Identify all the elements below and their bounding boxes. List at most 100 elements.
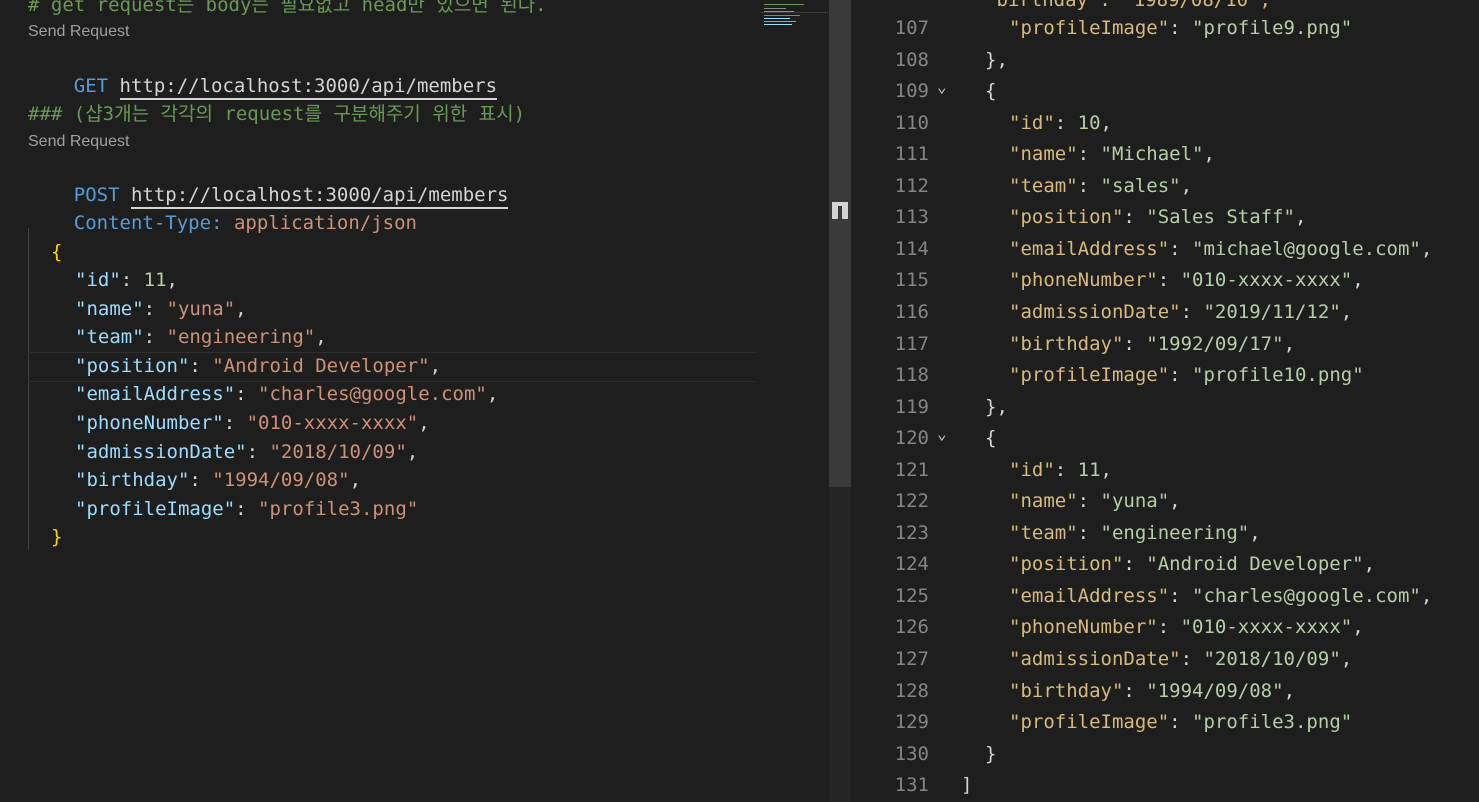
partial-top-line: "birthday": "1989/08/10", bbox=[985, 0, 1271, 11]
response-code-line: }, bbox=[985, 49, 1008, 71]
response-code-line: "id": 11, bbox=[1009, 459, 1112, 481]
line-number: 108 bbox=[894, 49, 929, 71]
json-value: "Sales Staff" bbox=[1146, 206, 1295, 228]
response-editor[interactable]: "birthday": "1989/08/10", 107 "profileIma… bbox=[851, 0, 1479, 802]
line-number: 130 bbox=[894, 743, 929, 765]
json-value: 11 bbox=[1077, 459, 1101, 481]
scrollbar-thumb[interactable] bbox=[829, 0, 851, 487]
line-number: 107 bbox=[894, 17, 929, 39]
response-code-line: "phoneNumber": "010-xxxx-xxxx", bbox=[1009, 616, 1364, 638]
line-number: 119 bbox=[894, 396, 929, 418]
line-number: 126 bbox=[894, 616, 929, 638]
cursor-position-marker bbox=[832, 202, 848, 219]
request-url-get[interactable]: http://localhost:3000/api/members bbox=[119, 75, 498, 100]
line-number: 121 bbox=[894, 459, 929, 481]
request-body-field: "profileImage": "profile3.png" bbox=[75, 498, 419, 520]
response-code-line: "profileImage": "profile10.png" bbox=[1009, 364, 1364, 386]
json-key: "id" bbox=[1009, 112, 1055, 134]
json-key: "birthday" bbox=[1009, 680, 1124, 702]
json-key: "profileImage" bbox=[1009, 17, 1170, 39]
json-value: "sales" bbox=[1100, 175, 1181, 197]
json-value: 10 bbox=[1077, 112, 1101, 134]
json-key: "team" bbox=[1009, 522, 1078, 544]
line-number: 118 bbox=[894, 364, 929, 386]
response-code-line: "profileImage": "profile9.png" bbox=[1009, 17, 1353, 39]
json-value: "profile9.png" bbox=[1192, 17, 1353, 39]
json-key: "admissionDate" bbox=[75, 441, 247, 463]
response-code-line: "emailAddress": "charles@google.com", bbox=[1009, 585, 1433, 607]
separator-comment: ### (샵3개는 각각의 request를 구분해주기 위한 표시) bbox=[28, 103, 526, 125]
line-number: 114 bbox=[894, 238, 929, 260]
request-body-field: "birthday": "1994/09/08", bbox=[75, 469, 362, 491]
json-value: "2019/11/12" bbox=[1203, 301, 1341, 323]
line-number: 120 bbox=[894, 427, 929, 449]
response-code-line: "birthday": "1992/09/17", bbox=[1009, 333, 1296, 355]
line-number: 109 bbox=[894, 80, 929, 102]
fold-chevron-icon[interactable]: ⌄ bbox=[937, 73, 947, 101]
response-code-line: "name": "Michael", bbox=[1009, 143, 1215, 165]
line-number: 127 bbox=[894, 648, 929, 670]
http-method-get: GET bbox=[73, 75, 109, 97]
json-value: "010-xxxx-xxxx" bbox=[1180, 616, 1353, 638]
request-body-field: "team": "engineering", bbox=[75, 326, 327, 348]
response-code-line: ] bbox=[961, 774, 973, 796]
json-key: "position" bbox=[75, 355, 190, 377]
json-key: "id" bbox=[75, 269, 121, 291]
json-key: "admissionDate" bbox=[1009, 648, 1181, 670]
json-value: "010-xxxx-xxxx" bbox=[246, 412, 419, 434]
response-code-line: { bbox=[985, 427, 997, 449]
json-key: "id" bbox=[1009, 459, 1055, 481]
send-request-link-post[interactable]: Send Request bbox=[28, 132, 129, 152]
json-key: "profileImage" bbox=[75, 498, 236, 520]
body-open-brace: { bbox=[51, 241, 63, 263]
minimap[interactable] bbox=[760, 0, 828, 30]
response-code-line: "name": "yuna", bbox=[1009, 490, 1181, 512]
line-number: 116 bbox=[894, 301, 929, 323]
response-code-line: }, bbox=[985, 396, 1008, 418]
json-key: "birthday" bbox=[75, 469, 190, 491]
line-number: 110 bbox=[894, 112, 929, 134]
response-code-line: "admissionDate": "2019/11/12", bbox=[1009, 301, 1353, 323]
line-number: 113 bbox=[894, 206, 929, 228]
indent-guide bbox=[28, 228, 29, 550]
json-value: "engineering" bbox=[166, 326, 316, 348]
request-body-field: "position": "Android Developer", bbox=[75, 355, 442, 377]
json-value: "yuna" bbox=[166, 298, 236, 320]
json-value: "charles@google.com" bbox=[1192, 585, 1421, 607]
request-body-field: "name": "yuna", bbox=[75, 298, 247, 320]
line-number: 125 bbox=[894, 585, 929, 607]
request-body-field: "id": 11, bbox=[75, 269, 178, 291]
json-key: "name" bbox=[1009, 143, 1078, 165]
json-value: "1992/09/17" bbox=[1146, 333, 1284, 355]
line-number: 111 bbox=[894, 143, 929, 165]
json-value: "Michael" bbox=[1100, 143, 1204, 165]
line-number: 129 bbox=[894, 711, 929, 733]
json-value: "profile3.png" bbox=[1192, 711, 1353, 733]
line-number: 124 bbox=[894, 553, 929, 575]
json-value: "yuna" bbox=[1100, 490, 1170, 512]
fold-chevron-icon[interactable]: ⌄ bbox=[937, 420, 947, 448]
json-value: "2018/10/09" bbox=[269, 441, 407, 463]
line-number: 112 bbox=[894, 175, 929, 197]
json-key: "admissionDate" bbox=[1009, 301, 1181, 323]
json-key: "emailAddress" bbox=[1009, 585, 1170, 607]
comment-line: # get request는 body는 필요없고 head만 있으면 된다. bbox=[28, 0, 547, 16]
json-key: "position" bbox=[1009, 206, 1124, 228]
response-code-line: "team": "sales", bbox=[1009, 175, 1193, 197]
json-key: "phoneNumber" bbox=[1009, 616, 1158, 638]
json-value: "profile3.png" bbox=[258, 498, 419, 520]
line-number: 131 bbox=[894, 774, 929, 796]
json-key: "phoneNumber" bbox=[75, 412, 224, 434]
response-code-line: "position": "Android Developer", bbox=[1009, 553, 1376, 575]
response-code-line: "phoneNumber": "010-xxxx-xxxx", bbox=[1009, 269, 1364, 291]
header-name: Content-Type: bbox=[73, 212, 223, 234]
content-type-header: Content-Type: application/json bbox=[28, 181, 417, 265]
send-request-link-get[interactable]: Send Request bbox=[28, 22, 129, 42]
json-key: "profileImage" bbox=[1009, 711, 1170, 733]
json-key: "team" bbox=[75, 326, 144, 348]
json-key: "position" bbox=[1009, 553, 1124, 575]
json-value: "1994/09/08" bbox=[1146, 680, 1284, 702]
response-code-line: "position": "Sales Staff", bbox=[1009, 206, 1307, 228]
request-editor[interactable]: # get request는 body는 필요없고 head만 있으면 된다. … bbox=[0, 0, 829, 802]
json-value: "1994/09/08" bbox=[212, 469, 350, 491]
